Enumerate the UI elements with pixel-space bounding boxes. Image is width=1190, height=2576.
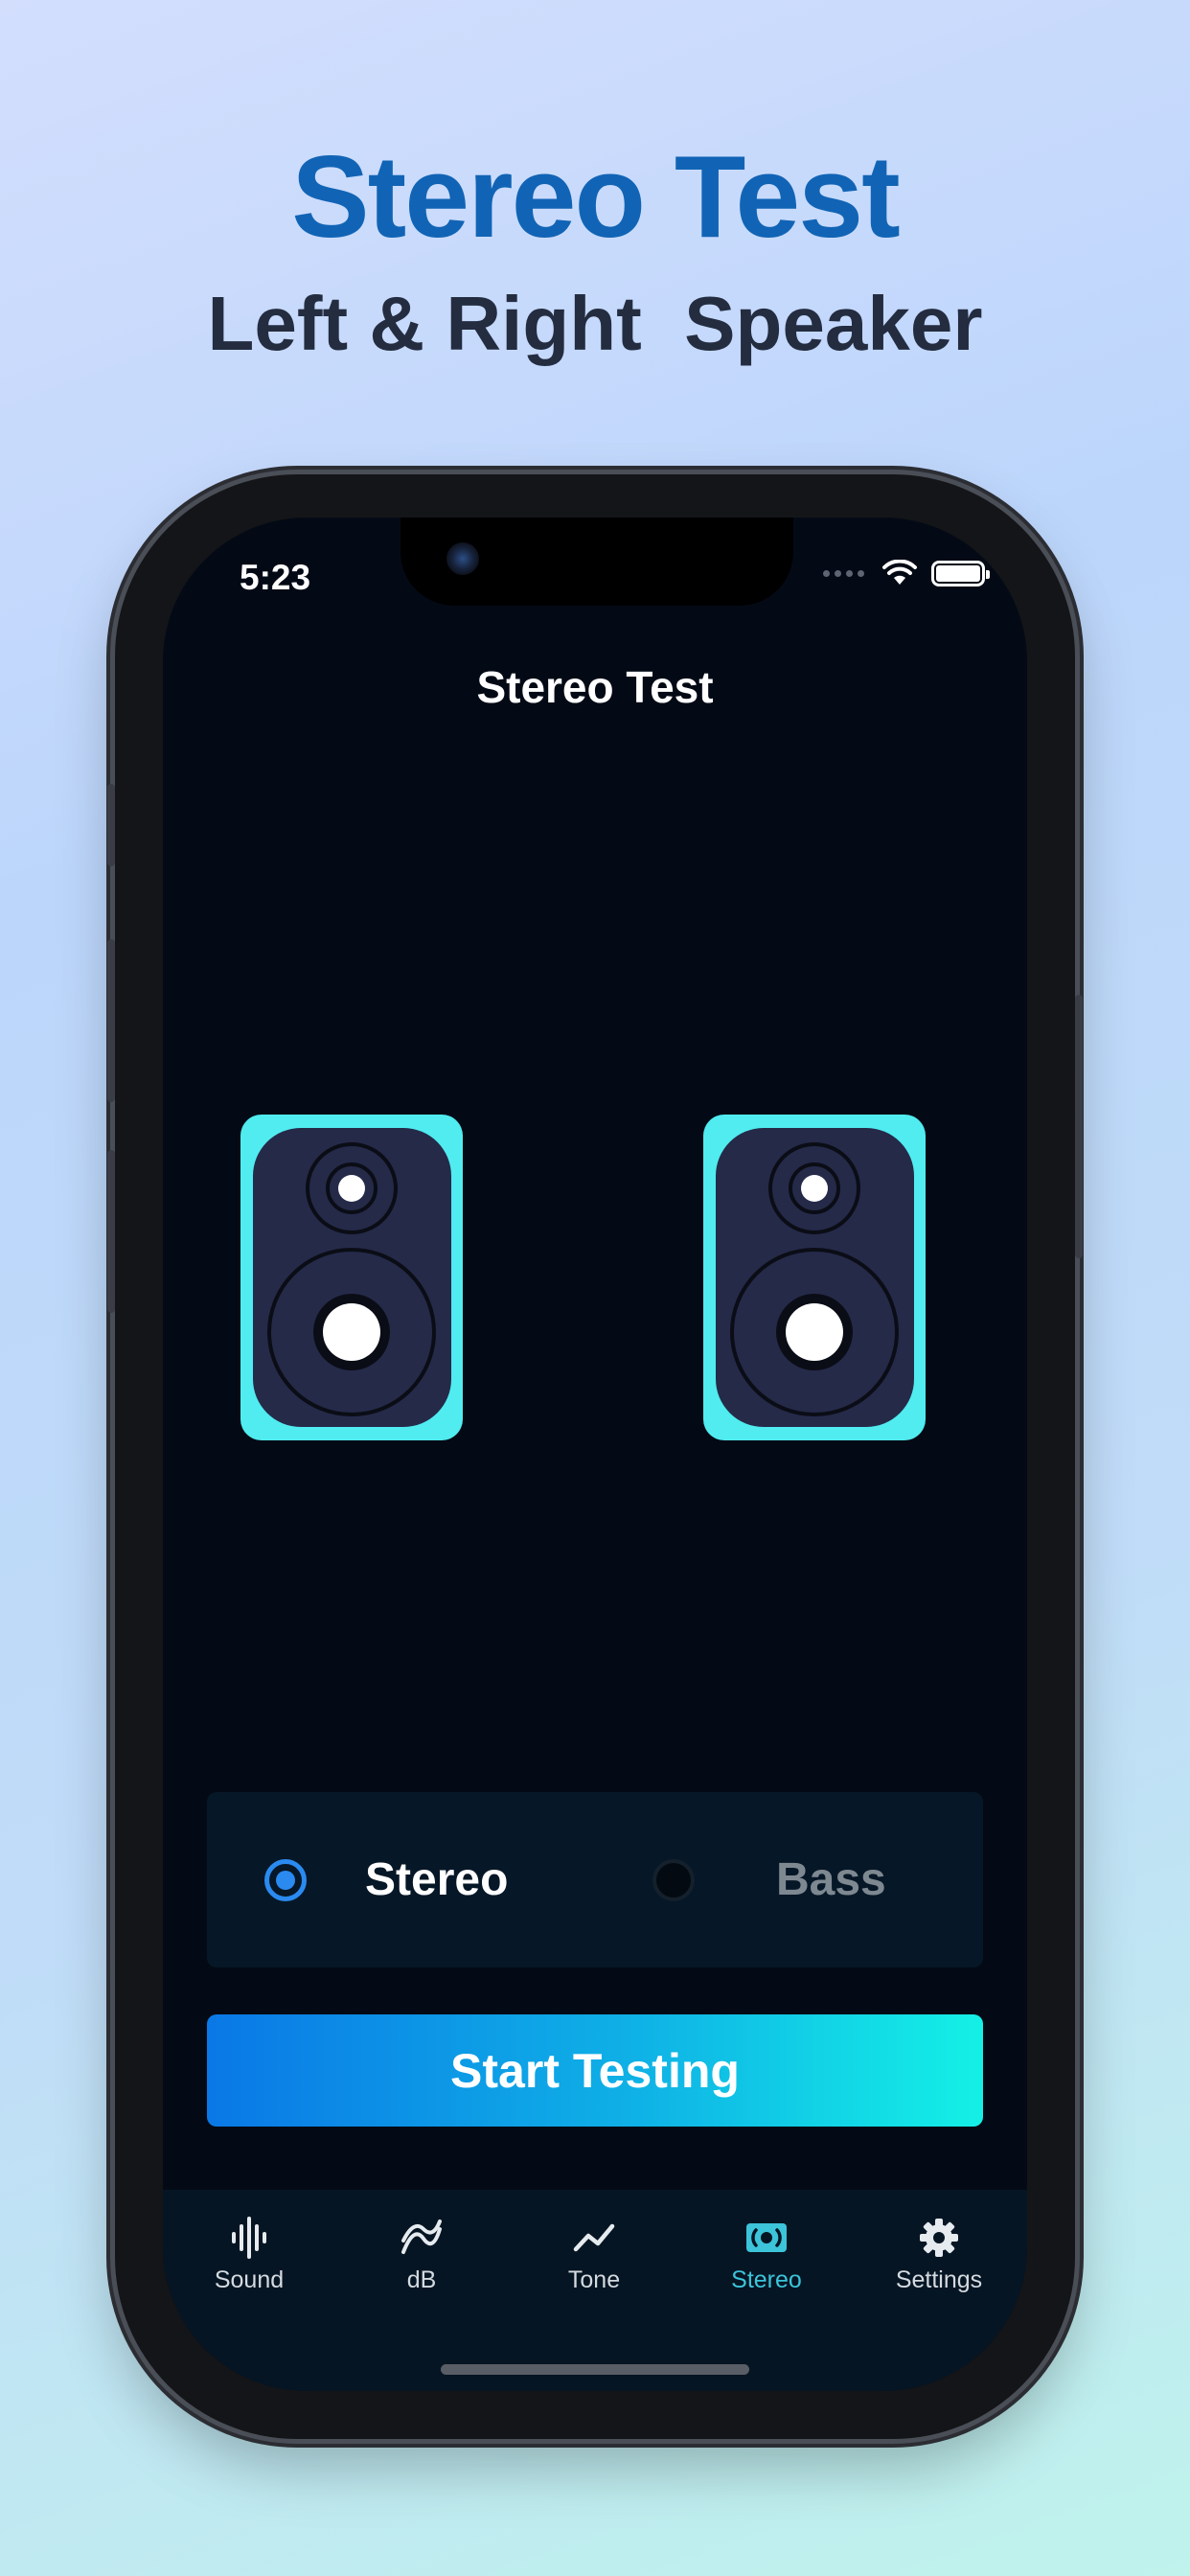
- stereo-radio[interactable]: [264, 1858, 307, 1901]
- tab-label: Settings: [895, 2266, 983, 2293]
- app-screen: 5:23 Stereo Test Stereo Bass Start Testi…: [163, 518, 1027, 2391]
- mode-label-stereo: Stereo: [365, 1854, 509, 1905]
- wifi-icon: [882, 560, 917, 585]
- mode-selector: Stereo Bass: [207, 1792, 983, 1967]
- mode-option-bass[interactable]: Bass: [652, 1792, 886, 1967]
- battery-icon: [931, 560, 990, 586]
- mode-label-bass: Bass: [776, 1854, 886, 1905]
- tab-label: Tone: [567, 2266, 621, 2293]
- stereo-speaker-icon: [745, 2211, 788, 2265]
- waveform-icon: [230, 2211, 268, 2265]
- tab-stereo[interactable]: Stereo: [680, 2190, 853, 2305]
- tab-label: Stereo: [731, 2266, 802, 2293]
- mode-option-stereo[interactable]: Stereo: [264, 1792, 508, 1967]
- status-time: 5:23: [240, 558, 311, 597]
- tab-tone[interactable]: Tone: [508, 2190, 680, 2305]
- app-title: Stereo Test: [476, 662, 714, 712]
- phone-silent-switch: [107, 784, 115, 866]
- promo-subtitle: Left & Right Speaker: [207, 281, 983, 366]
- gear-icon: [919, 2211, 959, 2265]
- left-speaker-icon[interactable]: [240, 1115, 463, 1440]
- front-camera: [446, 542, 479, 575]
- tab-label: Sound: [214, 2266, 285, 2293]
- phone-volume-down: [107, 1150, 115, 1313]
- tab-bar: Sound dB Tone Stereo Settings: [163, 2190, 1027, 2391]
- tone-line-icon: [573, 2211, 615, 2265]
- home-indicator[interactable]: [441, 2364, 749, 2375]
- tab-db[interactable]: dB: [335, 2190, 508, 2305]
- signal-dots-icon: [823, 569, 864, 577]
- tab-label: dB: [406, 2266, 437, 2293]
- promo-title: Stereo Test: [291, 131, 900, 262]
- status-icons: [823, 560, 990, 586]
- right-speaker-icon[interactable]: [703, 1115, 926, 1440]
- decibel-icon: [400, 2211, 443, 2265]
- phone-power-button: [1075, 995, 1083, 1258]
- start-testing-button[interactable]: Start Testing: [207, 2014, 983, 2127]
- tab-settings[interactable]: Settings: [853, 2190, 1025, 2305]
- phone-volume-up: [107, 939, 115, 1102]
- bass-radio[interactable]: [652, 1858, 695, 1901]
- tab-sound[interactable]: Sound: [163, 2190, 335, 2305]
